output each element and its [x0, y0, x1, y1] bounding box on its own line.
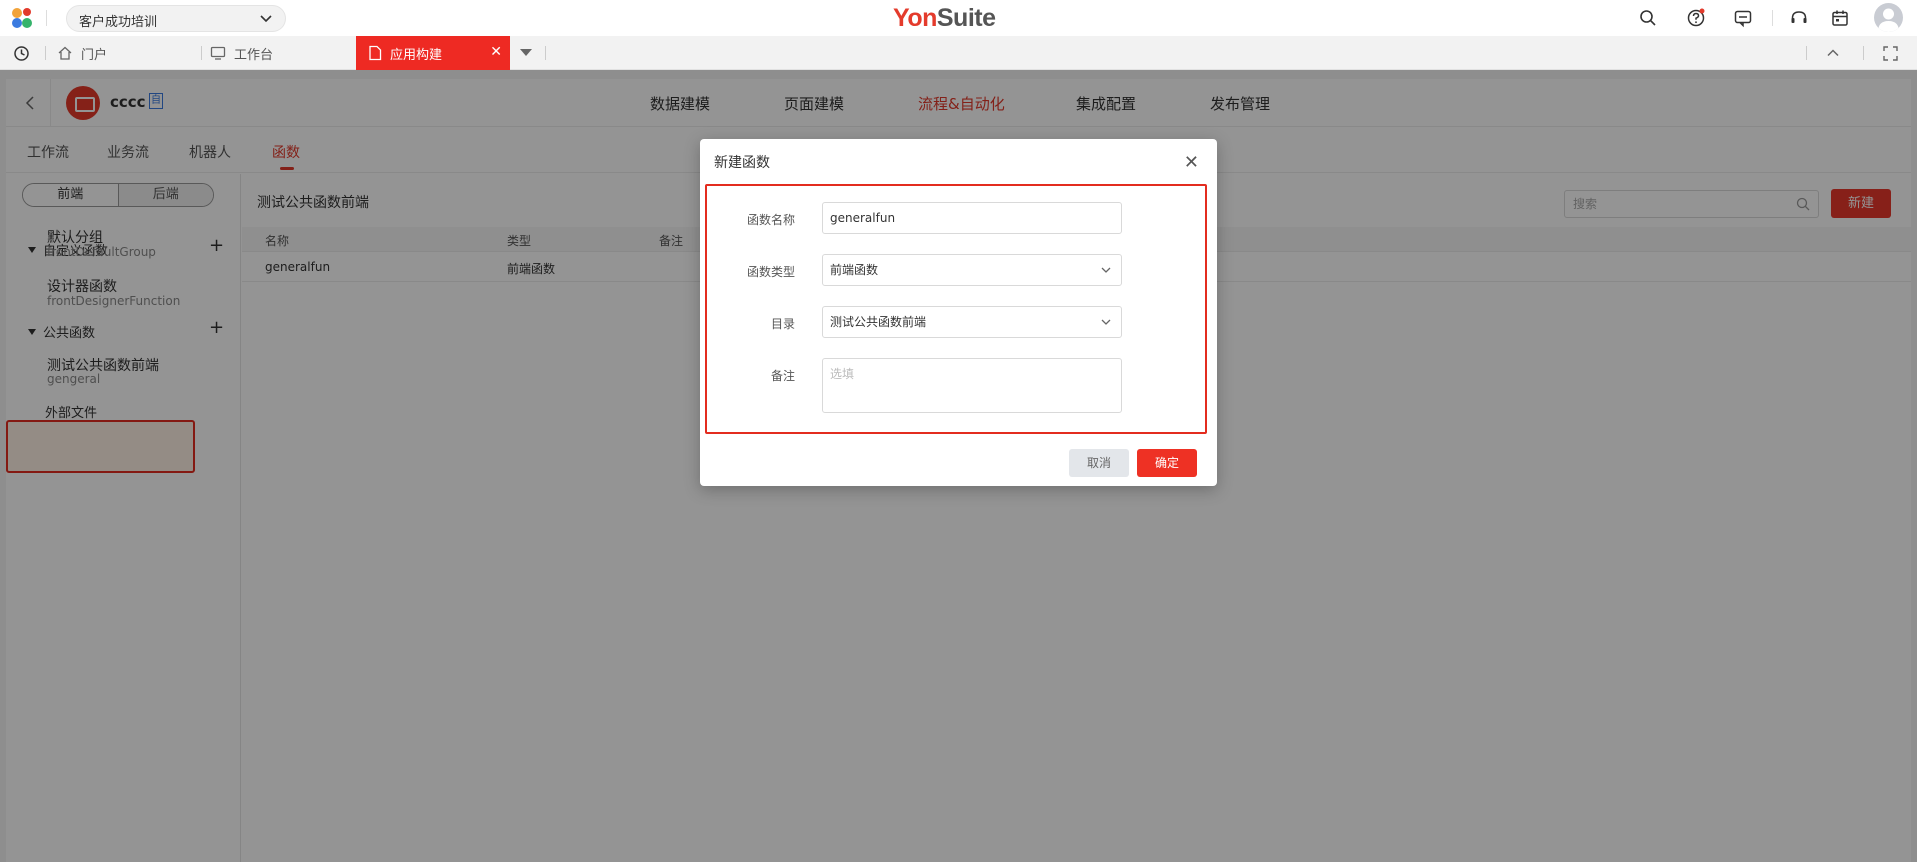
cancel-button[interactable]: 取消: [1069, 449, 1129, 477]
directory-select[interactable]: 测试公共函数前端: [822, 306, 1122, 338]
apps-logo-icon[interactable]: [10, 6, 34, 30]
tab-workbench[interactable]: 工作台: [210, 36, 273, 70]
field-label: 函数类型: [746, 265, 795, 279]
top-bar: 客户成功培训 YonSuite: [0, 0, 1917, 36]
close-icon[interactable]: ✕: [1184, 152, 1199, 173]
divider: [545, 46, 546, 60]
message-icon[interactable]: [1733, 8, 1753, 28]
yonsuite-logo: YonSuite: [893, 4, 996, 32]
history-icon[interactable]: [13, 45, 30, 62]
tab-portal[interactable]: 门户: [57, 36, 107, 70]
divider: [45, 46, 46, 60]
divider: [1863, 46, 1864, 60]
field-label: 目录: [770, 317, 795, 331]
new-function-dialog: 新建函数 ✕ 函数名称 函数类型 前端函数 目录 测试公共函数前端 备注 取消 …: [700, 139, 1217, 486]
divider: [46, 10, 47, 26]
chevron-down-icon: [260, 15, 272, 23]
chevron-down-icon: [1101, 267, 1111, 273]
headset-icon[interactable]: [1789, 8, 1809, 28]
tab-bar: 门户 工作台 应用构建 ✕: [0, 36, 1917, 70]
function-name-input[interactable]: [830, 203, 1121, 233]
calendar-icon[interactable]: [1830, 8, 1850, 28]
divider: [201, 46, 202, 60]
tab-portal-label: 门户: [81, 47, 108, 63]
user-avatar[interactable]: [1874, 3, 1903, 32]
collapse-icon[interactable]: [1826, 46, 1840, 60]
note-textarea[interactable]: [830, 359, 1121, 412]
tab-app-build[interactable]: 应用构建 ✕: [356, 36, 510, 70]
field-label: 备注: [770, 369, 795, 383]
function-type-select[interactable]: 前端函数: [822, 254, 1122, 286]
field-label: 函数名称: [746, 213, 795, 227]
function-form: 函数名称 函数类型 前端函数 目录 测试公共函数前端 备注: [705, 184, 1207, 434]
search-icon[interactable]: [1638, 8, 1658, 28]
home-icon: [58, 46, 72, 60]
confirm-button[interactable]: 确定: [1137, 449, 1197, 477]
tab-app-build-label: 应用构建: [390, 47, 443, 63]
dialog-title: 新建函数: [714, 155, 770, 171]
org-select[interactable]: 客户成功培训: [66, 5, 286, 32]
note-field[interactable]: [822, 358, 1122, 413]
fullscreen-icon[interactable]: [1883, 46, 1898, 61]
chevron-down-icon: [1101, 319, 1111, 325]
divider: [1806, 46, 1807, 60]
help-icon[interactable]: [1686, 8, 1706, 28]
tab-workbench-label: 工作台: [234, 47, 274, 63]
close-icon[interactable]: ✕: [490, 44, 502, 60]
org-select-value: 客户成功培训: [79, 15, 158, 30]
directory-value: 测试公共函数前端: [830, 315, 927, 329]
function-type-value: 前端函数: [830, 263, 879, 277]
monitor-icon: [210, 46, 226, 60]
tab-dropdown-icon[interactable]: [520, 49, 532, 56]
divider: [1772, 10, 1773, 26]
document-icon: [369, 45, 382, 61]
function-name-field[interactable]: [822, 202, 1122, 234]
